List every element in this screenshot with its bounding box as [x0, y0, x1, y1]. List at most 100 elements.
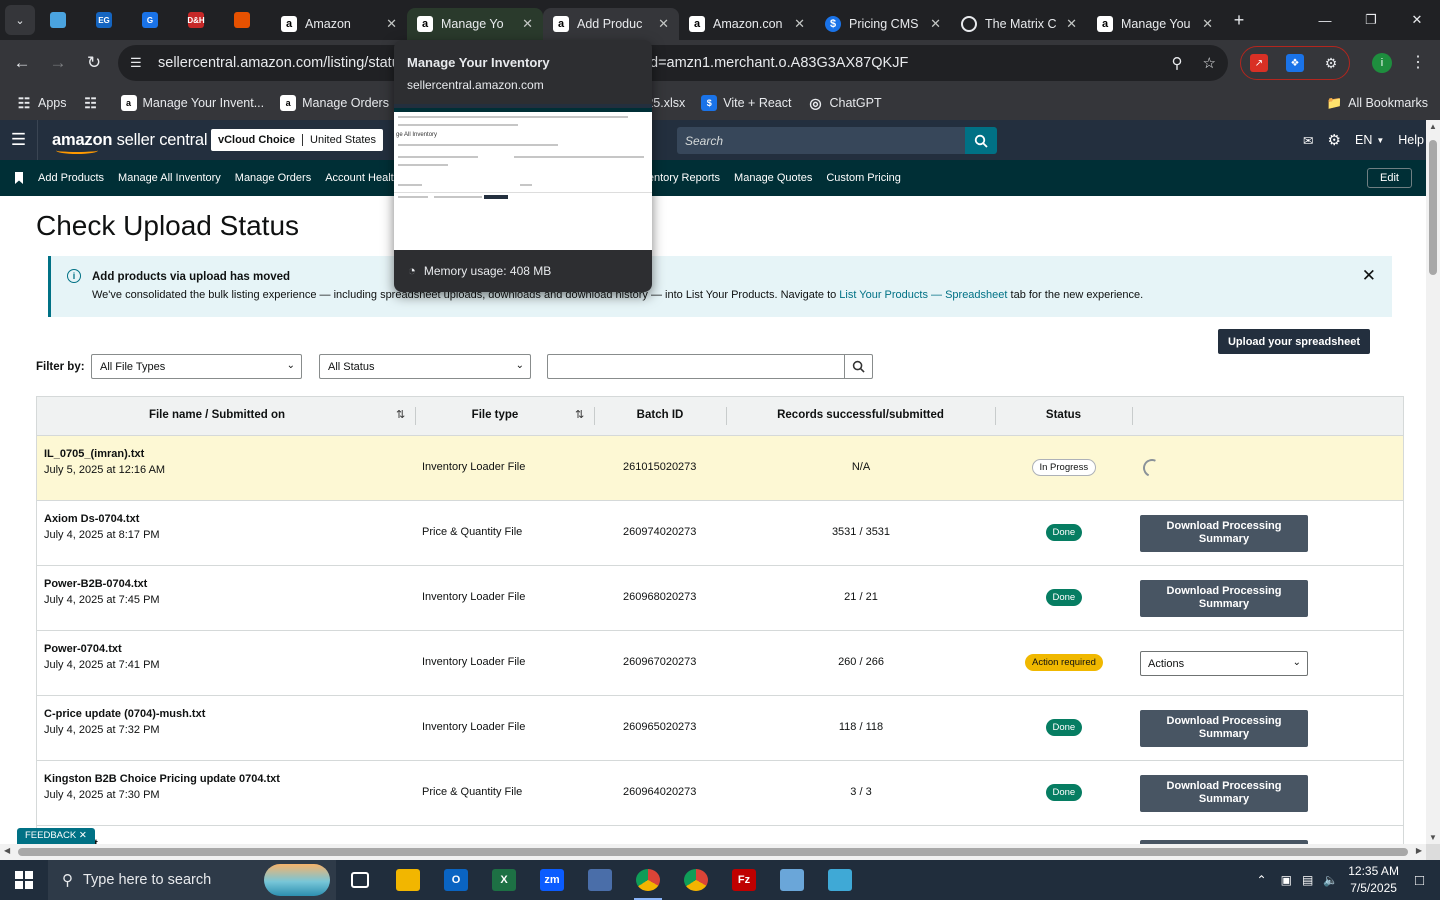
help-link[interactable]: Help: [1398, 133, 1424, 147]
zoom-icon[interactable]: ⚲: [1172, 54, 1183, 72]
new-tab-plus-icon[interactable]: +: [1223, 4, 1255, 36]
bookmark-item[interactable]: a Manage Your Invent...: [120, 95, 264, 111]
taskbar-app[interactable]: O: [432, 860, 480, 900]
upload-spreadsheet-button[interactable]: Upload your spreadsheet: [1218, 329, 1370, 354]
file-type-select[interactable]: All File Types ⌄: [91, 354, 302, 379]
pdf-extension-icon[interactable]: ↗: [1250, 54, 1268, 72]
taskbar-app[interactable]: [384, 860, 432, 900]
browser-tab[interactable]: a Add Produc ✕: [543, 8, 679, 40]
seller-central-logo[interactable]: amazon seller central: [52, 131, 208, 154]
extensions-puzzle-icon[interactable]: ⚙: [1322, 54, 1340, 72]
download-processing-summary-button[interactable]: Download Processing Summary: [1140, 580, 1308, 617]
all-bookmarks[interactable]: 📁 All Bookmarks: [1327, 96, 1428, 111]
nav-link[interactable]: Custom Pricing: [826, 172, 901, 184]
close-tab-icon[interactable]: ✕: [930, 16, 941, 32]
close-tab-icon[interactable]: ✕: [1202, 16, 1213, 32]
taskbar-app[interactable]: [672, 860, 720, 900]
bookmark-item[interactable]: ☷: [83, 95, 105, 111]
vertical-scroll-thumb[interactable]: [1429, 140, 1437, 275]
site-info-icon[interactable]: ☰: [130, 55, 148, 71]
language-select[interactable]: EN ▼: [1355, 133, 1384, 147]
browser-tab[interactable]: a Manage Yo ✕: [407, 8, 543, 40]
feedback-tab[interactable]: FEEDBACK ✕: [17, 828, 95, 844]
filter-search-button[interactable]: [844, 355, 872, 378]
forward-arrow-icon[interactable]: →: [40, 45, 76, 81]
pinned-tab[interactable]: G: [127, 0, 173, 40]
scroll-up-icon[interactable]: ▲: [1429, 122, 1437, 131]
bookmark-item[interactable]: ☷ Apps: [16, 95, 67, 111]
filter-search-input[interactable]: [548, 355, 844, 378]
hamburger-menu-icon[interactable]: ☰: [0, 120, 38, 160]
show-hidden-icons-icon[interactable]: ⌃: [1257, 873, 1267, 887]
close-tab-icon[interactable]: ✕: [386, 16, 397, 32]
browser-tab[interactable]: a Amazon.con ✕: [679, 8, 815, 40]
sort-icon[interactable]: ⇅: [396, 408, 405, 421]
download-processing-summary-button[interactable]: Download Processing Summary: [1140, 775, 1308, 812]
close-tab-icon[interactable]: ✕: [794, 16, 805, 32]
bookmark-star-icon[interactable]: ☆: [1203, 54, 1216, 72]
horizontal-scrollbar[interactable]: ◀ ▶: [0, 844, 1426, 860]
tab-search-chevron-icon[interactable]: ⌄: [5, 5, 35, 35]
scroll-left-icon[interactable]: ◀: [4, 846, 10, 855]
bookmark-item[interactable]: ◎ ChatGPT: [807, 95, 881, 111]
search-button[interactable]: [965, 127, 997, 154]
taskbar-app[interactable]: [336, 860, 384, 900]
nav-link[interactable]: Add Products: [38, 172, 104, 184]
clock[interactable]: 12:35 AM 7/5/2025: [1348, 863, 1399, 897]
seller-search-input[interactable]: Search: [677, 127, 965, 154]
network-icon[interactable]: ▤: [1302, 873, 1313, 887]
nav-link[interactable]: Account Healt: [325, 172, 393, 184]
mail-icon[interactable]: ✉: [1303, 133, 1313, 148]
nav-link[interactable]: Manage All Inventory: [118, 172, 221, 184]
actions-select[interactable]: Actions ⌄: [1140, 651, 1308, 676]
nav-link[interactable]: Manage Orders: [235, 172, 311, 184]
browser-tab[interactable]: $ Pricing CMS ✕: [815, 8, 951, 40]
pinned-tab[interactable]: [35, 0, 81, 40]
close-banner-icon[interactable]: ✕: [1362, 266, 1376, 286]
download-processing-summary-button[interactable]: Download Processing Summary: [1140, 710, 1308, 747]
reload-icon[interactable]: ↻: [76, 45, 112, 81]
close-feedback-icon[interactable]: ✕: [79, 830, 87, 841]
status-select[interactable]: All Status ⌄: [319, 354, 531, 379]
banner-link[interactable]: List Your Products — Spreadsheet: [839, 289, 1007, 301]
restore-icon[interactable]: ❐: [1348, 0, 1394, 40]
close-tab-icon[interactable]: ✕: [658, 16, 669, 32]
taskbar-app[interactable]: Fz: [720, 860, 768, 900]
pinned-tab[interactable]: D&H: [173, 0, 219, 40]
back-arrow-icon[interactable]: ←: [4, 45, 40, 81]
close-tab-icon[interactable]: ✕: [1066, 16, 1077, 32]
download-processing-summary-button[interactable]: Download Processing Summary: [1140, 515, 1308, 552]
taskbar-app[interactable]: [624, 860, 672, 900]
close-window-icon[interactable]: ✕: [1394, 0, 1440, 40]
taskbar-search[interactable]: ⚲ Type here to search: [48, 860, 336, 900]
taskbar-app[interactable]: X: [480, 860, 528, 900]
profile-avatar[interactable]: i: [1372, 53, 1392, 73]
address-bar[interactable]: ☰ sellercentral.amazon.com/listing/statu…: [118, 45, 1228, 81]
nav-link[interactable]: Manage Quotes: [734, 172, 812, 184]
taskbar-app[interactable]: [576, 860, 624, 900]
scroll-right-icon[interactable]: ▶: [1416, 846, 1422, 855]
bookmark-item[interactable]: a Manage Orders: [280, 95, 389, 111]
volume-icon[interactable]: 🔈: [1323, 873, 1338, 887]
windows-start-icon[interactable]: [0, 860, 48, 900]
sort-icon[interactable]: ⇅: [575, 408, 584, 421]
browser-tab[interactable]: a Amazon ✕: [271, 8, 407, 40]
bookmark-item[interactable]: $ Vite + React: [701, 95, 791, 111]
settings-gear-icon[interactable]: ⚙: [1328, 131, 1341, 149]
vertical-scrollbar[interactable]: ▲ ▼: [1426, 120, 1440, 844]
browser-menu-icon[interactable]: ⋮: [1410, 52, 1426, 72]
bookmark-nav-icon[interactable]: [0, 172, 38, 184]
minimize-icon[interactable]: —: [1302, 0, 1348, 40]
edit-nav-button[interactable]: Edit: [1367, 168, 1412, 188]
close-tab-icon[interactable]: ✕: [522, 16, 533, 32]
pinned-tab[interactable]: EG: [81, 0, 127, 40]
browser-tab[interactable]: a Manage You ✕: [1087, 8, 1223, 40]
taskbar-app[interactable]: zm: [528, 860, 576, 900]
meet-now-icon[interactable]: ▣: [1281, 873, 1292, 887]
taskbar-app[interactable]: [816, 860, 864, 900]
pinned-tab[interactable]: [219, 0, 265, 40]
notification-icon[interactable]: □: [1415, 872, 1424, 889]
browser-tab[interactable]: The Matrix C ✕: [951, 8, 1087, 40]
scroll-down-icon[interactable]: ▼: [1429, 833, 1437, 842]
blue-extension-icon[interactable]: ❖: [1286, 54, 1304, 72]
